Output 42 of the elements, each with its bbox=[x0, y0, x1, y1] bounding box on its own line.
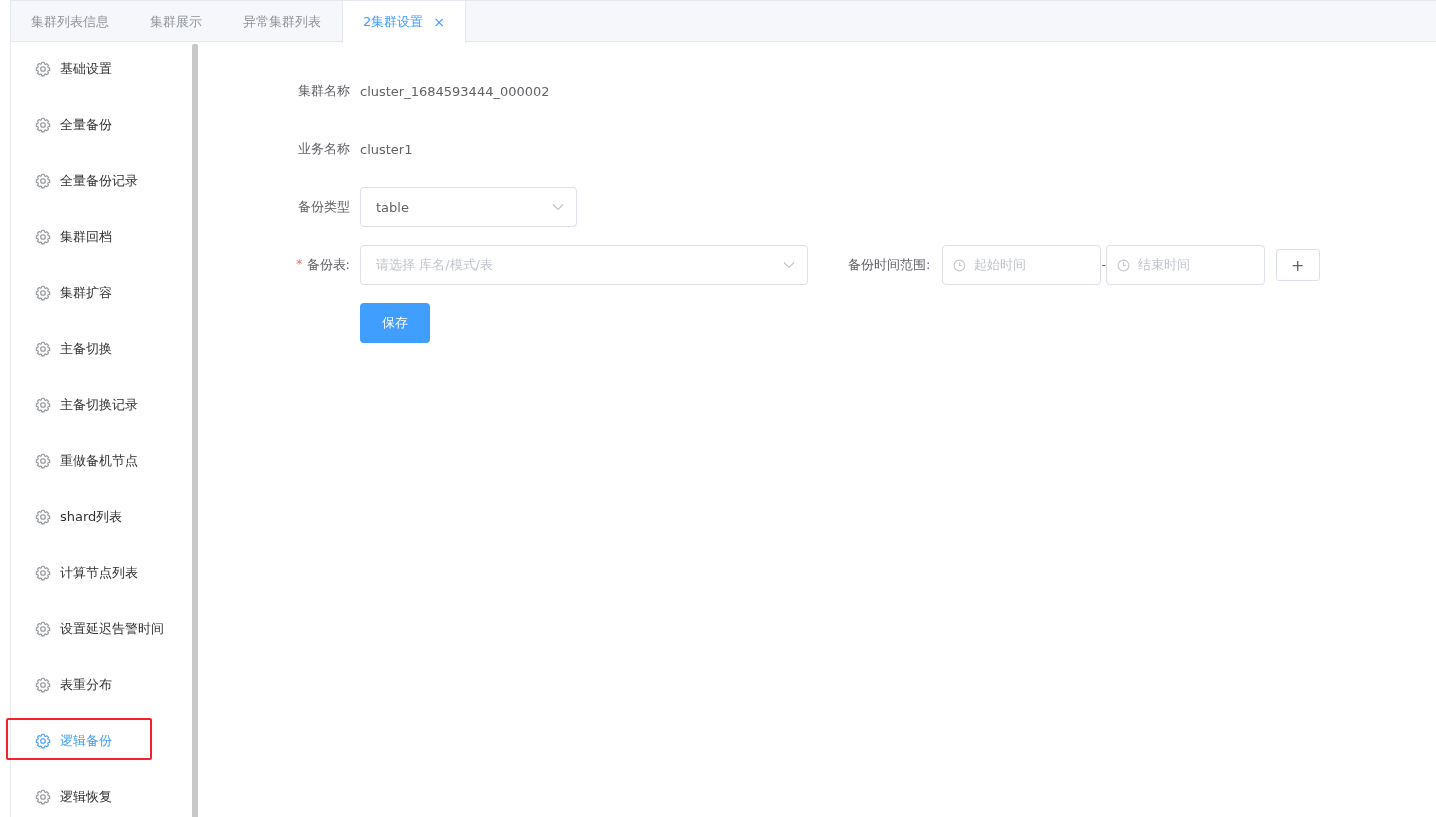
field-label: * 备份表: bbox=[295, 256, 350, 274]
sidebar-item[interactable]: 集群扩容 bbox=[11, 279, 190, 335]
gear-icon bbox=[35, 509, 51, 525]
range-separator: - bbox=[1101, 258, 1106, 272]
gear-icon bbox=[35, 61, 51, 77]
gear-icon bbox=[35, 789, 51, 805]
field-label: 备份时间范围: bbox=[848, 256, 931, 274]
gear-icon bbox=[35, 285, 51, 301]
field-label: 业务名称 bbox=[297, 140, 350, 158]
chevron-down-icon bbox=[552, 203, 564, 211]
gear-icon bbox=[35, 565, 51, 581]
chevron-down-icon bbox=[783, 261, 795, 269]
clock-icon bbox=[1116, 258, 1130, 272]
sidebar-item[interactable]: 表重分布 bbox=[11, 671, 190, 727]
sidebar-item[interactable]: 重做备机节点 bbox=[11, 447, 190, 503]
clock-icon bbox=[953, 258, 967, 272]
field-label: 备份类型 bbox=[297, 198, 350, 216]
sidebar-item[interactable]: 全量备份记录 bbox=[11, 167, 190, 223]
gear-icon bbox=[35, 677, 51, 693]
sidebar-item[interactable]: 计算节点列表 bbox=[11, 559, 190, 615]
gear-icon bbox=[35, 397, 51, 413]
sidebar-item[interactable]: 主备切换 bbox=[11, 335, 190, 391]
gear-icon bbox=[35, 453, 51, 469]
scrollbar[interactable] bbox=[192, 44, 198, 817]
sidebar-item[interactable]: shard列表 bbox=[11, 503, 190, 559]
gear-icon bbox=[35, 117, 51, 133]
sidebar-item[interactable]: 全量备份 bbox=[11, 111, 190, 167]
sidebar-item[interactable]: 逻辑恢复 bbox=[11, 783, 190, 817]
gear-icon bbox=[35, 733, 51, 749]
sidebar-item[interactable]: 主备切换记录 bbox=[11, 391, 190, 447]
add-button[interactable]: + bbox=[1275, 249, 1320, 281]
field-label: 集群名称 bbox=[297, 82, 350, 100]
sidebar-item[interactable]: 集群回档 bbox=[11, 223, 190, 279]
field-value: cluster1 bbox=[360, 141, 413, 157]
backup-type-select[interactable]: table bbox=[360, 187, 577, 227]
gear-icon bbox=[35, 341, 51, 357]
gear-icon bbox=[35, 173, 51, 189]
sidebar-item[interactable]: 设置延迟告警时间 bbox=[11, 615, 190, 671]
gear-icon bbox=[35, 621, 51, 637]
gear-icon bbox=[35, 229, 51, 245]
field-value: cluster_1684593444_000002 bbox=[360, 83, 550, 99]
sidebar-item[interactable]: 基础设置 bbox=[11, 55, 190, 111]
